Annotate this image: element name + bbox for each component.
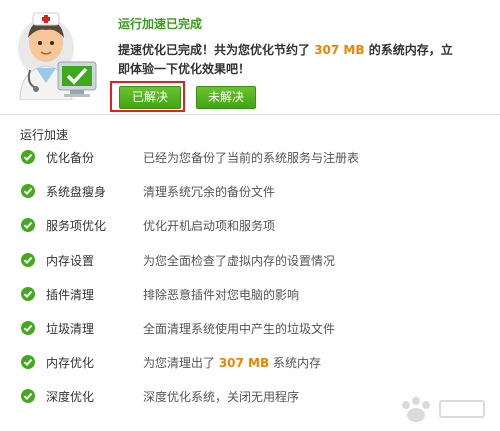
saved-memory-amount: 307 MB bbox=[314, 43, 365, 57]
unsolved-button[interactable]: 未解决 bbox=[196, 86, 256, 109]
item-name: 服务项优化 bbox=[46, 219, 107, 234]
item-description: 优化开机启动项和服务项 bbox=[143, 219, 276, 234]
item-description: 排除恶意插件对您电脑的影响 bbox=[143, 287, 300, 302]
check-circle-icon bbox=[21, 320, 35, 335]
result-title: 运行加速已完成 bbox=[118, 17, 203, 31]
check-circle-icon bbox=[21, 184, 35, 199]
list-item: 服务项优化 优化开机启动项和服务项 bbox=[0, 213, 500, 247]
item-name: 系统盘瘦身 bbox=[46, 185, 107, 200]
item-description: 已经为您备份了当前的系统服务与注册表 bbox=[143, 151, 360, 165]
check-circle-icon bbox=[21, 286, 35, 301]
desc-text-pre: 为您清理出了 bbox=[143, 356, 219, 371]
item-name: 插件清理 bbox=[46, 287, 95, 302]
section-title: 运行加速 bbox=[20, 128, 69, 142]
result-header: 运行加速已完成 提速优化已完成！共为您优化节约了 307 MB 的系统内存，立即… bbox=[0, 0, 500, 112]
item-description: 为您清理出了 307 MB 系统内存 bbox=[143, 354, 321, 371]
doctor-computer-icon bbox=[18, 12, 97, 100]
item-name: 垃圾清理 bbox=[46, 321, 95, 336]
message-text-pre: 提速优化已完成！共为您优化节约了 bbox=[118, 43, 315, 57]
list-item: 内存优化 为您清理出了 307 MB 系统内存 bbox=[0, 350, 500, 384]
annotation-highlight-box bbox=[110, 81, 185, 112]
item-description: 深度优化系统，关闭无用程序 bbox=[143, 390, 300, 405]
check-circle-icon bbox=[21, 355, 35, 370]
check-circle-icon bbox=[21, 252, 35, 267]
list-item: 优化备份 已经为您备份了当前的系统服务与注册表 bbox=[0, 145, 500, 179]
item-description: 全面清理系统使用中产生的垃圾文件 bbox=[143, 321, 336, 336]
check-circle-icon bbox=[21, 218, 35, 233]
item-name: 内存设置 bbox=[46, 253, 95, 268]
item-name: 深度优化 bbox=[46, 390, 95, 405]
item-name: 内存优化 bbox=[46, 356, 95, 371]
optimization-list: 优化备份 已经为您备份了当前的系统服务与注册表 系统盘瘦身 清理系统冗余的备份文… bbox=[0, 145, 500, 419]
list-item: 插件清理 排除恶意插件对您电脑的影响 bbox=[0, 282, 500, 316]
item-description: 清理系统冗余的备份文件 bbox=[143, 185, 276, 200]
freed-memory-amount: 307 MB bbox=[218, 356, 270, 371]
list-item: 内存设置 为您全面检查了虚拟内存的设置情况 bbox=[0, 248, 500, 282]
item-description: 为您全面检查了虚拟内存的设置情况 bbox=[143, 253, 336, 268]
result-message: 提速优化已完成！共为您优化节约了 307 MB 的系统内存，立即体验一下优化效果… bbox=[118, 41, 463, 79]
list-item: 垃圾清理 全面清理系统使用中产生的垃圾文件 bbox=[0, 316, 500, 350]
list-item: 系统盘瘦身 清理系统冗余的备份文件 bbox=[0, 179, 500, 213]
watermark-logo-icon bbox=[402, 397, 485, 422]
desc-text-post: 系统内存 bbox=[269, 356, 321, 371]
divider bbox=[0, 114, 500, 115]
item-name: 优化备份 bbox=[46, 151, 95, 165]
check-circle-icon bbox=[21, 150, 35, 164]
check-circle-icon bbox=[21, 389, 35, 404]
